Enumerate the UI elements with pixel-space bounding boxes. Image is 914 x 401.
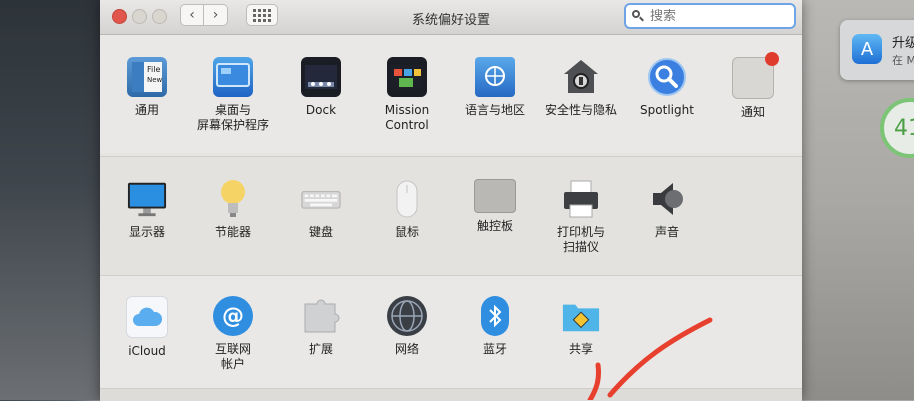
pref-sound[interactable]: 声音 xyxy=(622,179,712,240)
pref-desktop-screensaver[interactable]: 桌面与 屏幕保护程序 xyxy=(188,57,278,133)
sound-icon xyxy=(647,179,687,219)
search-field[interactable] xyxy=(624,3,796,29)
pref-label: 节能器 xyxy=(214,225,251,239)
trackpad-icon xyxy=(474,179,516,213)
security-privacy-icon xyxy=(561,57,601,97)
pref-label: 语言与地区 xyxy=(464,103,525,117)
network-icon xyxy=(387,296,427,336)
pref-label: Spotlight xyxy=(640,103,694,117)
search-icon xyxy=(632,10,644,22)
pref-label: 安全性与隐私 xyxy=(544,103,617,117)
pref-label: 打印机与 扫描仪 xyxy=(556,225,605,254)
desktop-screensaver-icon xyxy=(213,57,253,97)
extensions-icon xyxy=(301,296,341,336)
pref-label: Dock xyxy=(305,103,337,117)
mouse-icon xyxy=(387,179,427,219)
pref-extensions[interactable]: 扩展 xyxy=(276,296,366,357)
keyboard-icon xyxy=(301,179,341,219)
pref-label: 显示器 xyxy=(128,225,165,239)
pref-language-region[interactable]: 语言与地区 xyxy=(450,57,540,118)
language-region-icon xyxy=(475,57,515,97)
pref-notifications[interactable]: 通知 xyxy=(708,52,798,120)
pref-label: 鼠标 xyxy=(394,225,419,239)
svg-text:New: New xyxy=(147,76,163,84)
energy-saver-icon xyxy=(213,179,253,219)
desktop-background-left xyxy=(0,0,100,400)
pref-label: 桌面与 屏幕保护程序 xyxy=(196,103,269,132)
pref-internet-accounts[interactable]: @ 互联网 帐户 xyxy=(188,296,278,372)
update-notification[interactable]: A 升级 在 M xyxy=(840,20,914,80)
pref-label: 声音 xyxy=(654,225,679,239)
notifications-icon xyxy=(732,52,779,99)
pref-security-privacy[interactable]: 安全性与隐私 xyxy=(536,57,626,118)
hardware-section: 显示器 节能器 键盘 鼠标 触控板 打印机与 扫描仪 声音 xyxy=(100,156,802,275)
pref-label: 互联网 帐户 xyxy=(214,342,251,371)
pref-label: 通知 xyxy=(740,105,765,119)
pref-printers-scanners[interactable]: 打印机与 扫描仪 xyxy=(536,179,626,255)
icloud-icon xyxy=(126,296,168,338)
pref-mouse[interactable]: 鼠标 xyxy=(362,179,452,240)
pref-displays[interactable]: 显示器 xyxy=(102,179,192,240)
pref-label: iCloud xyxy=(128,344,166,358)
pref-label: 键盘 xyxy=(308,225,333,239)
pref-label: 触控板 xyxy=(476,219,513,233)
pref-keyboard[interactable]: 键盘 xyxy=(276,179,366,240)
pref-label: 扩展 xyxy=(308,342,333,356)
app-store-icon: A xyxy=(852,34,882,64)
spotlight-icon xyxy=(647,57,687,97)
pref-dock[interactable]: Dock xyxy=(276,57,366,118)
pref-label: 通用 xyxy=(134,103,159,117)
pref-mission-control[interactable]: Mission Control xyxy=(362,57,452,133)
mission-control-icon xyxy=(387,57,427,97)
pref-label: 网络 xyxy=(394,342,419,356)
general-file-icon: File New xyxy=(127,57,167,97)
personal-section: File New 通用 桌面与 屏幕保护程序 Dock Mission Contr… xyxy=(100,35,802,153)
pref-trackpad[interactable]: 触控板 xyxy=(450,179,540,234)
search-input[interactable] xyxy=(650,8,780,24)
notification-title: 升级 xyxy=(892,36,914,51)
notification-subtitle: 在 M xyxy=(892,54,914,67)
displays-icon xyxy=(127,179,167,219)
red-arrow-annotation xyxy=(587,317,713,400)
pref-network[interactable]: 网络 xyxy=(362,296,452,357)
pref-bluetooth[interactable]: 蓝牙 xyxy=(450,296,540,357)
title-bar: ‹ › 系统偏好设置 xyxy=(100,0,802,35)
svg-text:File: File xyxy=(147,65,160,74)
pref-general[interactable]: File New 通用 xyxy=(102,57,192,118)
internet-accounts-icon: @ xyxy=(213,296,253,336)
pref-energy-saver[interactable]: 节能器 xyxy=(188,179,278,240)
pref-label: 蓝牙 xyxy=(482,342,507,356)
bluetooth-icon xyxy=(481,296,509,336)
printers-scanners-icon xyxy=(561,179,601,219)
pref-label: Mission Control xyxy=(384,103,430,132)
dock-icon xyxy=(301,57,341,97)
pref-spotlight[interactable]: Spotlight xyxy=(622,57,712,118)
pref-icloud[interactable]: iCloud xyxy=(102,296,192,359)
